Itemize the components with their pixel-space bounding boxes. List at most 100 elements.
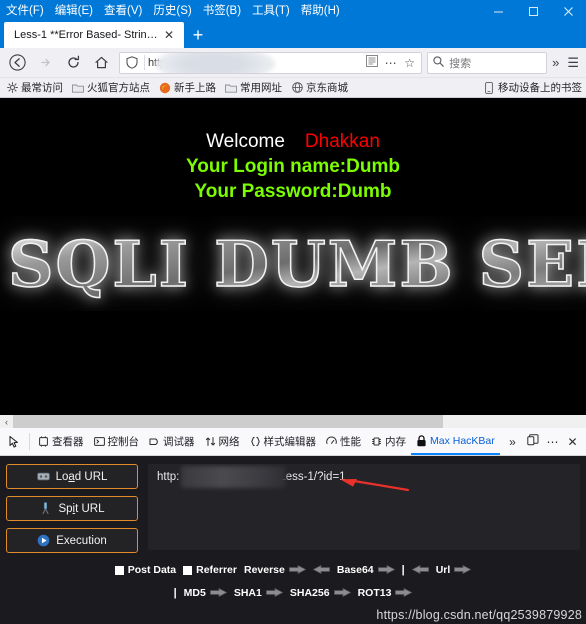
bookmark-label: 火狐官方站点 <box>87 82 150 94</box>
scroll-left-arrow-icon[interactable]: ‹ <box>0 417 13 427</box>
sha256-encode-arrow-icon[interactable] <box>333 584 351 602</box>
bookmark-item-common-sites[interactable]: 常用网址 <box>225 80 282 95</box>
split-url-icon <box>39 502 52 515</box>
devtools-tab-label: 内存 <box>385 436 406 448</box>
password-line: Your Password:Dumb <box>194 181 392 202</box>
menu-item-edit[interactable]: 编辑(E) <box>55 0 93 22</box>
close-tab-icon[interactable]: ✕ <box>160 28 178 42</box>
sha256-transform[interactable]: SHA256 <box>290 584 351 602</box>
bookmark-item-getting-started[interactable]: 新手上路 <box>159 80 216 95</box>
app-menu-button[interactable]: ☰ <box>564 55 582 71</box>
url-transform-label: Url <box>435 564 451 576</box>
home-button[interactable] <box>88 50 114 76</box>
split-url-button[interactable]: Spit URL <box>6 496 138 521</box>
lock-icon <box>416 434 427 447</box>
reverse-decode-arrow-icon[interactable] <box>312 561 330 579</box>
base64-label: Base64 <box>336 564 374 576</box>
options-separator: | <box>401 564 405 576</box>
banner-text: SQLI DUMB SER <box>7 226 586 302</box>
menu-item-bookmarks[interactable]: 书签(B) <box>203 0 241 22</box>
load-url-button[interactable]: Load URL <box>6 464 138 489</box>
bookmark-item-mobile[interactable]: 移动设备上的书签 <box>483 80 582 95</box>
devtools-tab-max-hackbar[interactable]: Max HacKBar <box>411 428 500 455</box>
new-tab-button[interactable]: + <box>184 22 212 48</box>
forward-button[interactable] <box>32 50 58 76</box>
hackbar-panel: Load URL Spit URL Execution http: Less-1… <box>0 456 586 624</box>
reader-mode-icon[interactable] <box>363 55 380 70</box>
md5-transform[interactable]: MD5 <box>184 584 228 602</box>
bookmark-star-icon[interactable]: ☆ <box>401 56 418 70</box>
sha1-encode-arrow-icon[interactable] <box>266 584 284 602</box>
menu-item-tools[interactable]: 工具(T) <box>252 0 290 22</box>
close-window-button[interactable] <box>551 0 586 22</box>
devtools-overflow-button[interactable]: » <box>503 435 522 449</box>
base64-decode[interactable] <box>411 561 429 579</box>
browser-tab-active[interactable]: Less-1 **Error Based- String** ✕ <box>4 22 184 48</box>
page-actions-icon[interactable]: ⋯ <box>382 56 399 70</box>
rot13-transform[interactable]: ROT13 <box>358 584 413 602</box>
toolbar-overflow-button[interactable]: » <box>549 55 562 70</box>
reload-button[interactable] <box>60 50 86 76</box>
maximize-button[interactable] <box>516 0 551 22</box>
sha1-transform[interactable]: SHA1 <box>233 584 284 602</box>
devtools-close-button[interactable]: ✕ <box>563 435 582 449</box>
base64-transform[interactable]: Base64 <box>337 561 395 579</box>
search-bar[interactable]: 搜索 <box>427 51 548 74</box>
bookmark-item-jd[interactable]: 京东商城 <box>291 80 348 95</box>
reverse-encode-arrow-icon[interactable] <box>289 561 307 579</box>
url-encode-arrow-icon[interactable] <box>454 561 472 579</box>
url-bar[interactable]: http:// /Less-1/?id=1 ⋯ ☆ <box>119 51 423 74</box>
minimize-button[interactable] <box>481 0 516 22</box>
execution-icon <box>37 534 50 547</box>
referrer-checkbox[interactable] <box>183 565 193 575</box>
post-data-checkbox[interactable] <box>114 565 124 575</box>
post-data-checkbox-group[interactable]: Post Data <box>114 564 176 576</box>
performance-icon <box>326 436 337 447</box>
reverse-transform[interactable]: Reverse <box>244 561 307 579</box>
hackbar-url-textarea[interactable]: http: Less-1/?id=1 <box>148 464 580 550</box>
shield-icon[interactable] <box>123 56 141 69</box>
devtools-tab-performance[interactable]: 性能 <box>321 428 366 455</box>
dock-icon[interactable] <box>523 434 542 449</box>
firefox-icon <box>159 82 171 94</box>
devtools-tab-label: 性能 <box>340 436 361 448</box>
menu-item-history[interactable]: 历史(S) <box>153 0 191 22</box>
base64-decode-arrow-icon[interactable] <box>411 561 429 579</box>
reverse-decode[interactable] <box>312 561 330 579</box>
tab-title: Less-1 **Error Based- String** <box>14 29 160 41</box>
devtools-tab-label: 网络 <box>218 436 240 448</box>
bookmark-item-firefox-site[interactable]: 火狐官方站点 <box>72 80 150 95</box>
watermark-text: https://blog.csdn.net/qq2539879928 <box>376 608 582 622</box>
menu-item-view[interactable]: 查看(V) <box>104 0 142 22</box>
hackbar-url-redaction-blur <box>181 466 286 488</box>
devtools-tab-label: Max HacKBar <box>430 434 495 447</box>
devtools-tab-memory[interactable]: 内存 <box>366 428 411 455</box>
scrollbar-thumb[interactable] <box>13 415 443 428</box>
devtools-tab-style-editor[interactable]: 样式编辑器 <box>245 428 322 455</box>
devtools-toolbar: 查看器 控制台 调试器 网络 样式编辑器 性能 内存 Max HacKBar »… <box>0 428 586 456</box>
devtools-meatball-menu[interactable]: ⋯ <box>543 435 562 449</box>
md5-encode-arrow-icon[interactable] <box>209 584 228 602</box>
referrer-checkbox-group[interactable]: Referrer <box>183 564 237 576</box>
referrer-label: Referrer <box>196 564 237 576</box>
url-redaction-blur <box>155 52 275 73</box>
devtools-tab-debugger[interactable]: 调试器 <box>144 428 200 455</box>
hackbar-options: Post Data Referrer Reverse Base64 | Url … <box>0 561 586 602</box>
devtools-tab-console[interactable]: 控制台 <box>89 428 145 455</box>
bookmark-label: 京东商城 <box>306 82 348 94</box>
execution-button[interactable]: Execution <box>6 528 138 553</box>
back-button[interactable] <box>4 50 30 76</box>
search-input-placeholder[interactable]: 搜索 <box>449 55 471 71</box>
bookmark-item-most-visited[interactable]: 最常访问 <box>6 80 63 95</box>
devtools-tab-inspector[interactable]: 查看器 <box>33 428 89 455</box>
menu-item-help[interactable]: 帮助(H) <box>301 0 340 22</box>
sha1-label: SHA1 <box>233 587 262 599</box>
rot13-encode-arrow-icon[interactable] <box>395 584 413 602</box>
menu-item-file[interactable]: 文件(F) <box>6 0 44 22</box>
devtools-tab-network[interactable]: 网络 <box>200 428 245 455</box>
element-picker-icon[interactable] <box>2 429 26 455</box>
globe-icon <box>291 82 303 94</box>
base64-encode-arrow-icon[interactable] <box>377 561 395 579</box>
page-horizontal-scrollbar[interactable]: ‹ <box>0 415 586 428</box>
url-transform[interactable]: Url <box>436 561 472 579</box>
